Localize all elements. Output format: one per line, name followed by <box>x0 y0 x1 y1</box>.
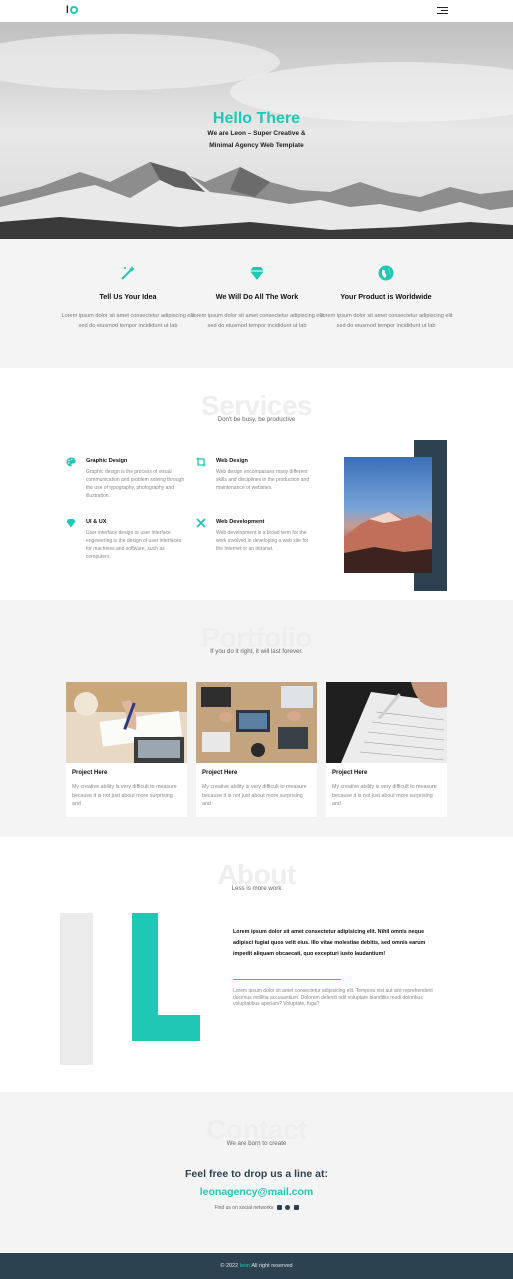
tools-icon <box>196 518 206 528</box>
logo[interactable]: l <box>66 5 79 16</box>
feature-title: Your Product is Worldwide <box>340 292 432 301</box>
about-divider <box>233 979 341 980</box>
hero-subtitle-line1: We are Leon – Super Creative & <box>207 130 306 137</box>
about-subtitle: Less is more work <box>231 885 282 892</box>
service-text: Web development is a broad term for the … <box>216 530 309 552</box>
footer-brand[interactable]: leon <box>240 1263 250 1269</box>
footer-suffix: All right reserved <box>250 1263 293 1269</box>
about-section: About Less is more work Lorem ipsum dolo… <box>0 837 513 1092</box>
contact-section: Contact We are born to create Feel free … <box>0 1092 513 1253</box>
crop-icon <box>196 457 206 467</box>
hamburger-icon[interactable] <box>437 7 448 16</box>
feature-text: Lorem ipsum dolor sit amet consectetur a… <box>61 313 195 329</box>
service-title: Graphic Design <box>86 458 128 464</box>
footer-copyright: © 2022 leon All right reserved <box>0 1263 513 1269</box>
contact-email-link[interactable]: leonagency@mail.com <box>0 1186 513 1198</box>
card-title: Project Here <box>202 770 238 776</box>
hero-title: Hello There <box>212 110 301 127</box>
footer: © 2022 leon All right reserved <box>0 1253 513 1279</box>
service-title: Web Design <box>216 458 248 464</box>
portfolio-image-writing <box>66 682 187 763</box>
about-lead-text: Lorem ipsum dolor sit amet consectetur a… <box>233 929 426 957</box>
social-row: Find us on social networks <box>0 1205 513 1211</box>
hero: Hello There We are Leon – Super Creative… <box>0 22 513 239</box>
about-grey-bar <box>60 913 93 1065</box>
card-title: Project Here <box>72 770 108 776</box>
contact-heading: Feel free to drop us a line at: <box>185 1168 328 1180</box>
contact-subtitle: We are born to create <box>226 1140 287 1147</box>
portfolio-image-paper <box>326 682 447 763</box>
diamond-icon <box>66 519 76 528</box>
facebook-icon[interactable] <box>285 1205 291 1210</box>
card-text: My creative ability is very difficult to… <box>332 784 437 807</box>
logo-text: l <box>66 5 70 16</box>
about-l-logo <box>132 913 200 1041</box>
services-section: Services Don't be busy, be productive Gr… <box>0 368 513 600</box>
feature-text: Lorem ipsum dolor sit amet consectetur a… <box>319 313 453 329</box>
portfolio-subtitle: If you do it right, it will last forever… <box>210 648 303 655</box>
social-label: Find us on social networks <box>214 1205 274 1211</box>
feature-text: Lorem ipsum dolor sit amet consectetur a… <box>190 313 324 329</box>
portfolio-card[interactable]: Project Here My creative ability is very… <box>196 682 317 817</box>
navbar: l <box>0 0 513 22</box>
palette-icon <box>66 457 76 467</box>
about-body-text: Lorem ipsum dolor sit amet consectetur a… <box>233 988 433 1007</box>
service-title: UI & UX <box>86 519 107 525</box>
logo-ring-icon <box>70 6 79 14</box>
service-text: Graphic design is the process of visual … <box>86 469 185 499</box>
card-text: My creative ability is very difficult to… <box>72 784 177 807</box>
portfolio-card[interactable]: Project Here My creative ability is very… <box>66 682 187 817</box>
feature-title: Tell Us Your Idea <box>99 292 157 301</box>
instagram-icon[interactable] <box>276 1205 282 1210</box>
portfolio-section: Portfolio If you do it right, it will la… <box>0 600 513 837</box>
feature-title: We Will Do All The Work <box>215 292 299 301</box>
service-text: Web design encompasses many different sk… <box>216 469 310 491</box>
features-section: Tell Us Your Idea Lorem ipsum dolor sit … <box>0 239 513 368</box>
footer-prefix: © 2022 <box>220 1263 240 1269</box>
portfolio-card[interactable]: Project Here My creative ability is very… <box>326 682 447 817</box>
globe-icon <box>378 265 394 281</box>
card-title: Project Here <box>332 770 368 776</box>
card-text: My creative ability is very difficult to… <box>202 784 307 807</box>
diamond-icon <box>250 267 264 280</box>
hero-subtitle-line2: Minimal Agency Web Template <box>209 142 304 149</box>
services-mountain-image <box>344 457 432 573</box>
portfolio-image-desks <box>196 682 317 763</box>
twitter-icon[interactable] <box>293 1205 299 1210</box>
magic-wand-icon <box>121 266 135 280</box>
service-text: User interface design or user interface … <box>86 530 182 560</box>
service-title: Web Development <box>216 519 265 525</box>
services-subtitle: Don't be busy, be productive <box>217 416 296 423</box>
